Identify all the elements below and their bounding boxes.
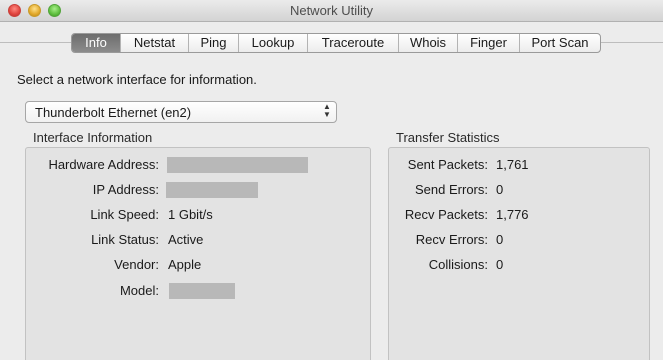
vendor-value: Apple: [168, 257, 202, 272]
vendor-label: Vendor:: [114, 257, 159, 272]
link-speed-label: Link Speed:: [90, 207, 159, 222]
recv-errors-row: Recv Errors:: [388, 232, 488, 248]
recv-packets-value: 1,776: [496, 207, 529, 222]
tab-port-scan[interactable]: Port Scan: [519, 34, 600, 52]
link-status-value: Active: [168, 232, 204, 247]
model-row: Model:: [25, 283, 159, 299]
tab-lookup[interactable]: Lookup: [238, 34, 307, 52]
tab-info[interactable]: Info: [72, 34, 120, 52]
tab-netstat[interactable]: Netstat: [120, 34, 188, 52]
popup-arrows-icon: ▲ ▼: [323, 102, 331, 119]
tab-ping[interactable]: Ping: [188, 34, 238, 52]
interface-popup[interactable]: Thunderbolt Ethernet (en2) ▲ ▼: [25, 101, 337, 123]
ip-address-label: IP Address:: [92, 182, 159, 197]
send-errors-value: 0: [496, 182, 504, 197]
hardware-address-row: Hardware Address:: [25, 157, 159, 173]
send-errors-label: Send Errors:: [415, 182, 488, 197]
ip-address-row: IP Address:: [25, 182, 159, 198]
network-utility-window: Network Utility Info Netstat Ping Lookup…: [0, 0, 663, 360]
link-status-row: Link Status:: [25, 232, 159, 248]
window-title: Network Utility: [289, 3, 374, 18]
recv-packets-row: Recv Packets:: [388, 207, 488, 223]
tab-finger[interactable]: Finger: [457, 34, 519, 52]
recv-errors-label: Recv Errors:: [415, 232, 488, 247]
collisions-label: Collisions:: [428, 257, 488, 272]
recv-errors-value: 0: [496, 232, 504, 247]
interface-information-title: Interface Information: [33, 130, 153, 145]
tab-traceroute[interactable]: Traceroute: [307, 34, 398, 52]
title-bar[interactable]: Network Utility: [0, 0, 663, 22]
link-speed-row: Link Speed:: [25, 207, 159, 223]
transfer-statistics-title: Transfer Statistics: [396, 130, 500, 145]
interface-popup-value: Thunderbolt Ethernet (en2): [35, 105, 192, 120]
interface-information-box: [25, 147, 371, 360]
sent-packets-row: Sent Packets:: [388, 157, 488, 173]
hardware-address-redacted: [167, 157, 308, 173]
link-status-label: Link Status:: [91, 232, 159, 247]
send-errors-row: Send Errors:: [388, 182, 488, 198]
ip-address-redacted: [166, 182, 258, 198]
collisions-row: Collisions:: [388, 257, 488, 273]
link-speed-value: 1 Gbit/s: [168, 207, 213, 222]
tab-bar: Info Netstat Ping Lookup Traceroute Whoi…: [71, 33, 601, 53]
hardware-address-label: Hardware Address:: [48, 157, 159, 172]
sent-packets-value: 1,761: [496, 157, 529, 172]
recv-packets-label: Recv Packets:: [404, 207, 488, 222]
tab-whois[interactable]: Whois: [398, 34, 457, 52]
vendor-row: Vendor:: [25, 257, 159, 273]
collisions-value: 0: [496, 257, 504, 272]
model-redacted: [169, 283, 235, 299]
sent-packets-label: Sent Packets:: [407, 157, 488, 172]
model-label: Model:: [119, 283, 159, 298]
interface-instruction: Select a network interface for informati…: [17, 72, 257, 87]
transfer-statistics-box: [388, 147, 650, 360]
